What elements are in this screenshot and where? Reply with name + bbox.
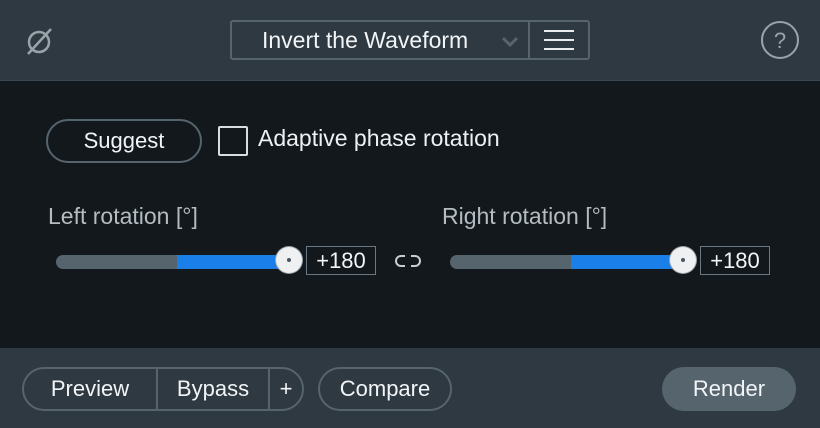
render-button[interactable]: Render: [662, 367, 796, 411]
add-bypass-button[interactable]: +: [270, 369, 302, 409]
bypass-button[interactable]: Bypass: [158, 369, 270, 409]
hamburger-menu-icon: [544, 30, 574, 50]
preset-selector-group: Invert the Waveform: [230, 20, 590, 60]
suggest-button[interactable]: Suggest: [46, 119, 202, 163]
left-rotation-thumb[interactable]: [276, 247, 302, 273]
preset-name: Invert the Waveform: [262, 26, 469, 53]
preview-bypass-group: Preview Bypass +: [22, 367, 304, 411]
chevron-down-icon: [501, 36, 519, 48]
phase-invert-icon[interactable]: [24, 25, 56, 57]
preset-dropdown[interactable]: Invert the Waveform: [232, 22, 530, 58]
suggest-label: Suggest: [83, 128, 165, 153]
left-rotation-label: Left rotation [°]: [48, 203, 198, 229]
adaptive-phase-checkbox[interactable]: [218, 126, 248, 156]
right-rotation-value[interactable]: +180: [700, 246, 770, 275]
right-rotation-track[interactable]: [450, 255, 692, 269]
preview-button[interactable]: Preview: [24, 369, 158, 409]
right-rotation-label: Right rotation [°]: [442, 203, 608, 229]
module-body: Suggest Adaptive phase rotation Left rot…: [0, 81, 820, 348]
render-label: Render: [692, 376, 766, 401]
link-icon[interactable]: [394, 253, 422, 269]
module-header: Invert the Waveform ?: [0, 0, 820, 81]
left-rotation-value[interactable]: +180: [306, 246, 376, 275]
svg-text:?: ?: [774, 28, 786, 53]
right-rotation-thumb[interactable]: [670, 247, 696, 273]
help-icon[interactable]: ?: [760, 20, 800, 60]
plus-label: +: [279, 376, 293, 401]
right-rotation-value-text: +180: [710, 247, 760, 273]
left-rotation-track[interactable]: [56, 255, 298, 269]
preset-menu-button[interactable]: [530, 22, 588, 58]
adaptive-phase-label: Adaptive phase rotation: [258, 125, 500, 151]
preview-label: Preview: [50, 376, 130, 401]
module-footer: Preview Bypass + Compare Render: [0, 348, 820, 428]
compare-label: Compare: [339, 376, 431, 401]
bypass-label: Bypass: [176, 376, 250, 401]
compare-button[interactable]: Compare: [318, 367, 452, 411]
left-rotation-value-text: +180: [316, 247, 366, 273]
